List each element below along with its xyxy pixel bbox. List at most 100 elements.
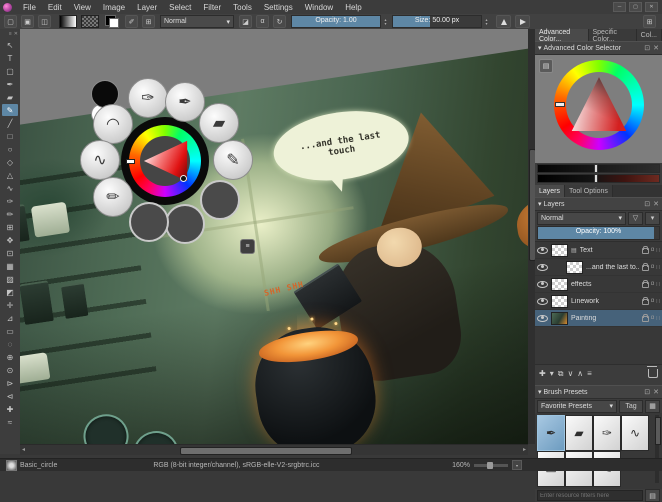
visibility-eye-icon[interactable] <box>537 264 548 271</box>
new-document-button[interactable]: ▢ <box>4 15 17 28</box>
foreground-background-colors[interactable] <box>105 15 119 28</box>
menu-layer[interactable]: Layer <box>131 3 163 12</box>
tool-freehand-brush[interactable]: ✎ <box>2 104 18 116</box>
tool-fill[interactable]: ▭ <box>2 325 18 337</box>
value-slider-1[interactable] <box>537 164 660 173</box>
advanced-color-selector-header[interactable]: ▾ Advanced Color Selector ⊡ ✕ <box>535 41 662 55</box>
toolbox-header[interactable]: ≡ ✕ <box>0 29 20 38</box>
tool-polygon[interactable]: ◇ <box>2 156 18 168</box>
palette-empty-slot[interactable] <box>200 180 240 220</box>
horizontal-scrollbar[interactable]: ◂ ▸ <box>20 444 528 455</box>
scroll-left-arrow[interactable]: ◂ <box>22 447 25 453</box>
lock-icon[interactable] <box>642 265 649 271</box>
alpha-lock-icon[interactable]: α <box>651 247 654 253</box>
menu-file[interactable]: File <box>17 3 42 12</box>
lock-icon[interactable] <box>642 282 649 288</box>
duplicate-layer-button[interactable]: ⧉ <box>558 369 564 379</box>
opacity-slider[interactable]: Opacity: 1.00 <box>291 15 381 28</box>
move-layer-up-button[interactable]: ∧ <box>577 369 583 378</box>
palette-brush-slot[interactable]: ∿ <box>80 140 120 180</box>
resource-filter-input[interactable] <box>537 490 643 501</box>
tool-line[interactable]: ╱ <box>2 117 18 129</box>
add-layer-button[interactable]: ✚ <box>539 369 546 378</box>
tool-select-shapes[interactable]: ↖ <box>2 39 18 51</box>
menu-edit[interactable]: Edit <box>42 3 68 12</box>
tool-select-ellipse[interactable]: ⊙ <box>2 364 18 376</box>
menu-select[interactable]: Select <box>163 3 197 12</box>
delete-layer-button[interactable] <box>648 369 658 378</box>
tool-measure[interactable]: ⊿ <box>2 312 18 324</box>
tool-color-sampler[interactable]: ◩ <box>2 286 18 298</box>
menu-tools[interactable]: Tools <box>227 3 258 12</box>
reload-preset-button[interactable]: ↻ <box>273 15 286 28</box>
eraser-mode-button[interactable]: ◪ <box>239 15 252 28</box>
palette-brush-slot[interactable]: ▰ <box>199 103 239 143</box>
preset-view-mode-button[interactable]: ▦ <box>645 400 660 413</box>
layer-row-effects[interactable]: effects α∷ <box>535 276 662 293</box>
tag-button[interactable]: Tag <box>619 400 643 413</box>
tool-transform[interactable]: ✥ <box>2 234 18 246</box>
toolbox-close-icon[interactable]: ✕ <box>14 31 18 37</box>
tool-freehand-path[interactable]: ✑ <box>2 195 18 207</box>
float-docker-icon[interactable]: ⊡ <box>644 388 650 396</box>
close-docker-icon[interactable]: ✕ <box>653 44 659 52</box>
hue-ring-marker[interactable] <box>126 159 135 164</box>
preserve-alpha-button[interactable]: α <box>256 15 269 28</box>
menu-view[interactable]: View <box>68 3 97 12</box>
layer-props-icon[interactable]: ∷ <box>656 298 660 305</box>
tool-select-freehand[interactable]: ⊲ <box>2 390 18 402</box>
slider-tick[interactable] <box>594 174 598 183</box>
tab-specific-color[interactable]: Specific Color... <box>589 29 637 41</box>
tab-color[interactable]: Col... <box>637 29 662 41</box>
size-spinner[interactable]: ▴ ▾ <box>483 16 490 27</box>
visibility-eye-icon[interactable] <box>537 298 548 305</box>
tab-layers[interactable]: Layers <box>535 185 565 197</box>
slider-tick[interactable] <box>594 164 598 173</box>
menu-settings[interactable]: Settings <box>258 3 299 12</box>
tool-ellipse[interactable]: ○ <box>2 143 18 155</box>
layer-row-and-the-last[interactable]: ...and the last to... α∷ <box>535 259 662 276</box>
tool-select-polygon[interactable]: ⊳ <box>2 377 18 389</box>
layer-blending-mode-dropdown[interactable]: Normal ▾ <box>537 212 626 225</box>
layer-props-icon[interactable]: ∷ <box>656 247 660 254</box>
tool-multibrush[interactable]: ⊞ <box>2 221 18 233</box>
tool-polyline[interactable]: △ <box>2 169 18 181</box>
toolbox-drag-dots[interactable]: ≡ <box>9 31 12 37</box>
layer-props-icon[interactable]: ∷ <box>656 264 660 271</box>
tool-select-similar[interactable]: ✚ <box>2 403 18 415</box>
tool-select-rect[interactable]: ⊕ <box>2 351 18 363</box>
visibility-eye-icon[interactable] <box>537 281 548 288</box>
move-layer-down-button[interactable]: ∨ <box>567 369 573 378</box>
menu-help[interactable]: Help <box>339 3 367 12</box>
layer-props-icon[interactable]: ∷ <box>656 281 660 288</box>
layers-docker-header[interactable]: ▾ Layers ⊡ ✕ <box>535 197 662 211</box>
maximize-button[interactable]: ▢ <box>629 2 642 12</box>
mirror-vertical-button[interactable] <box>515 15 530 28</box>
collapse-icon[interactable]: ▾ <box>538 200 542 208</box>
tool-edit-shapes[interactable]: ▢ <box>2 65 18 77</box>
preset-ink-brush[interactable]: ✑ <box>593 415 621 451</box>
vertical-scrollbar[interactable] <box>528 29 535 444</box>
palette-brush-slot[interactable]: ✑ <box>128 78 168 118</box>
resource-filter-options-button[interactable]: ▤ <box>645 489 660 502</box>
collapse-icon[interactable]: ▾ <box>538 388 542 396</box>
preset-scrollbar-thumb[interactable] <box>655 417 661 445</box>
menu-filter[interactable]: Filter <box>197 3 227 12</box>
scroll-right-arrow[interactable]: ▸ <box>523 447 526 453</box>
tool-rectangle[interactable]: □ <box>2 130 18 142</box>
color-selector-settings-button[interactable]: ▤ <box>539 59 553 73</box>
tool-assistants[interactable]: ◌ <box>2 338 18 350</box>
value-slider-2[interactable] <box>537 174 660 183</box>
float-docker-icon[interactable]: ⊡ <box>644 200 650 208</box>
close-docker-icon[interactable]: ✕ <box>653 200 659 208</box>
menu-window[interactable]: Window <box>299 3 339 12</box>
layer-row-linework[interactable]: Linework α∷ <box>535 293 662 310</box>
preset-scrollbar[interactable] <box>655 415 659 483</box>
collapse-icon[interactable]: ▾ <box>538 44 542 52</box>
tool-bezier-curve[interactable]: ∿ <box>2 182 18 194</box>
zoom-options-button[interactable]: ▾ <box>512 460 522 470</box>
palette-brush-slot[interactable]: ✏ <box>93 177 133 217</box>
save-document-button[interactable]: ◫ <box>38 15 51 28</box>
alpha-lock-icon[interactable]: α <box>651 281 654 287</box>
tab-tool-options[interactable]: Tool Options <box>565 185 613 197</box>
